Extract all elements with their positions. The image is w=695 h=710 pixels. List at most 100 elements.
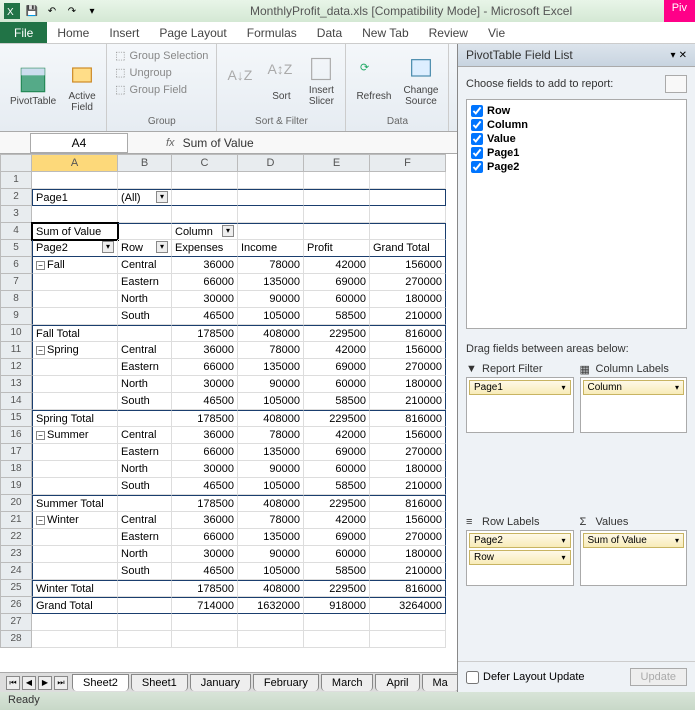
cell[interactable]: 36000 [172,342,238,359]
row-11[interactable]: 11 [0,342,32,359]
col-A[interactable]: A [32,154,118,172]
col-D[interactable]: D [238,154,304,172]
cell[interactable] [172,614,238,631]
sheet-tab[interactable]: April [375,674,419,691]
cell[interactable]: 178500 [172,580,238,597]
cell[interactable]: 408000 [238,495,304,512]
tab-formulas[interactable]: Formulas [237,23,307,43]
fx-icon[interactable]: fx [166,137,175,149]
row-23[interactable]: 23 [0,546,32,563]
row-3[interactable]: 3 [0,206,32,223]
column-labels-box[interactable]: Column▾ [580,377,688,433]
cell[interactable]: 66000 [172,444,238,461]
cell[interactable]: 60000 [304,546,370,563]
field-checkbox[interactable] [471,105,483,117]
cell[interactable]: 66000 [172,529,238,546]
cell[interactable]: 60000 [304,461,370,478]
fieldlist-layout-button[interactable] [665,75,687,93]
cell[interactable]: 69000 [304,529,370,546]
cell[interactable]: 229500 [304,495,370,512]
sort-az-button[interactable]: A↓Z [225,65,257,97]
cell[interactable]: 156000 [370,342,446,359]
row-2[interactable]: 2 [0,189,32,206]
sheet-tab[interactable]: March [321,674,374,691]
row-26[interactable]: 26 [0,597,32,614]
name-box[interactable]: A4 [30,133,128,153]
cell[interactable]: 36000 [172,512,238,529]
area-item[interactable]: Page2▾ [469,533,571,548]
cell[interactable]: South [118,393,172,410]
row-18[interactable]: 18 [0,461,32,478]
cell[interactable]: 36000 [172,257,238,274]
item-dropdown-icon[interactable]: ▾ [675,383,679,392]
cell[interactable] [32,444,118,461]
cell[interactable] [172,189,238,206]
cell[interactable]: −Spring [32,342,118,359]
item-dropdown-icon[interactable]: ▾ [561,383,565,392]
cell[interactable]: Summer Total [32,495,118,512]
update-button[interactable]: Update [630,668,687,686]
cell[interactable]: 46500 [172,393,238,410]
cell[interactable]: 180000 [370,376,446,393]
col-B[interactable]: B [118,154,172,172]
collapse-icon[interactable]: − [36,516,45,525]
cell[interactable] [32,206,118,223]
cell[interactable]: 105000 [238,478,304,495]
cell[interactable]: 135000 [238,359,304,376]
cell[interactable]: 78000 [238,342,304,359]
cell[interactable]: 58500 [304,478,370,495]
cell[interactable] [32,631,118,648]
cell[interactable]: Eastern [118,529,172,546]
cell[interactable]: (All)▾ [118,189,172,206]
cell[interactable]: Sum of Value [32,223,118,240]
cell[interactable]: Eastern [118,444,172,461]
cell[interactable]: Expenses [172,240,238,257]
sheet-nav-last-icon[interactable]: ⏭ [54,676,68,690]
column-dropdown-icon[interactable]: ▾ [222,225,234,237]
sheet-tab[interactable]: Ma [422,674,459,691]
cell[interactable] [118,206,172,223]
tab-review[interactable]: Review [419,23,478,43]
area-item[interactable]: Page1▾ [469,380,571,395]
cell[interactable]: 66000 [172,274,238,291]
row-16[interactable]: 16 [0,427,32,444]
cell[interactable]: 46500 [172,563,238,580]
cell[interactable]: −Winter [32,512,118,529]
fieldlist-dropdown-icon[interactable]: ▾ [671,50,676,61]
cell[interactable]: 90000 [238,461,304,478]
row-12[interactable]: 12 [0,359,32,376]
cell[interactable]: 66000 [172,359,238,376]
cell[interactable]: 60000 [304,376,370,393]
sheet-tab[interactable]: January [190,674,251,691]
cell[interactable] [370,631,446,648]
cell[interactable]: 816000 [370,410,446,427]
defer-update-checkbox[interactable]: Defer Layout Update [466,671,585,684]
cell[interactable]: 270000 [370,529,446,546]
cell[interactable] [32,461,118,478]
cell[interactable] [304,206,370,223]
sheet-nav-prev-icon[interactable]: ◀ [22,676,36,690]
report-filter-box[interactable]: Page1▾ [466,377,574,433]
fieldlist-close-icon[interactable]: ✕ [679,50,687,61]
cell[interactable]: 135000 [238,444,304,461]
row-5[interactable]: 5 [0,240,32,257]
cell[interactable]: 36000 [172,427,238,444]
field-page1[interactable]: Page1 [471,146,682,160]
cell[interactable]: 210000 [370,393,446,410]
col-F[interactable]: F [370,154,446,172]
row-21[interactable]: 21 [0,512,32,529]
collapse-icon[interactable]: − [36,261,45,270]
cell[interactable] [370,172,446,189]
cell[interactable] [32,376,118,393]
cell[interactable] [32,393,118,410]
cell[interactable] [118,410,172,427]
group-field-button[interactable]: ⬚Group Field [115,82,187,97]
cell[interactable]: 78000 [238,427,304,444]
cell[interactable] [172,172,238,189]
cell[interactable]: 105000 [238,308,304,325]
defer-checkbox[interactable] [466,671,479,684]
cell[interactable] [32,291,118,308]
cell[interactable] [32,274,118,291]
cell[interactable]: 3264000 [370,597,446,614]
select-all[interactable] [0,154,32,172]
